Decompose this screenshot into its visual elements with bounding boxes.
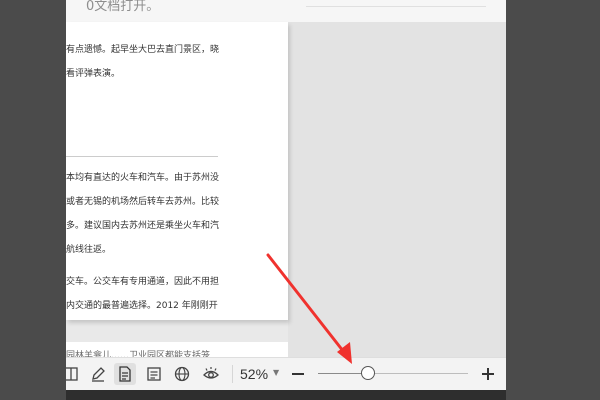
doc-text-line: 多。建议国内去苏州还是乘坐火车和汽 — [66, 221, 220, 231]
doc-text-line: 或者无锡的机场然后转车去苏州。比较 — [66, 197, 220, 207]
doc-text-line: 有点遗憾。起早坐大巴去直门景区，晓 — [66, 45, 220, 55]
web-view-icon — [174, 366, 190, 382]
zoom-in-button[interactable] — [480, 364, 496, 384]
pen-icon — [92, 367, 105, 382]
statusbar-divider — [232, 365, 233, 383]
zoom-level-label[interactable]: 52% — [240, 366, 268, 382]
document-canvas-background — [288, 22, 506, 362]
app-window: 0文档打开。 有点遗憾。起早坐大巴去直门景区，晓 看评弹表演。 本均有直达的火车… — [66, 0, 506, 400]
doc-text-line: 交车。公交车有专用通道，因此不用担 — [66, 277, 220, 287]
page-view-button[interactable] — [114, 363, 136, 385]
book-view-icon — [66, 367, 78, 381]
zoom-dropdown-caret-icon[interactable]: ▼ — [273, 368, 279, 377]
zoom-out-button[interactable] — [290, 364, 306, 384]
section-divider — [66, 156, 218, 157]
page-view-icon — [119, 366, 131, 382]
doc-text-line: 本均有直达的火车和汽车。由于苏州没 — [66, 173, 220, 183]
zoom-slider-thumb[interactable] — [360, 366, 375, 380]
doc-text-line: 内交通的最普遍选择。2012 年刚刚开 — [66, 301, 218, 311]
status-bar: 52% ▼ — [66, 357, 506, 391]
annotate-button[interactable] — [87, 363, 109, 385]
zoom-slider[interactable] — [318, 366, 468, 380]
web-view-button[interactable] — [171, 363, 193, 385]
previous-page-text: 0文档打开。 — [86, 0, 160, 14]
doc-text-line: 看评弹表演。 — [66, 69, 121, 79]
eye-protection-button[interactable] — [200, 363, 222, 385]
header-rule — [306, 6, 486, 7]
eye-protection-icon — [203, 367, 219, 379]
doc-text-line: 航线往返。 — [66, 245, 112, 255]
document-page[interactable]: 有点遗憾。起早坐大巴去直门景区，晓 看评弹表演。 本均有直达的火车和汽车。由于苏… — [66, 22, 288, 320]
book-view-button[interactable] — [66, 363, 82, 385]
window-bottom-edge — [66, 390, 506, 400]
outline-view-button[interactable] — [143, 363, 165, 385]
outline-icon — [147, 367, 161, 381]
previous-page-strip: 0文档打开。 — [66, 0, 506, 22]
